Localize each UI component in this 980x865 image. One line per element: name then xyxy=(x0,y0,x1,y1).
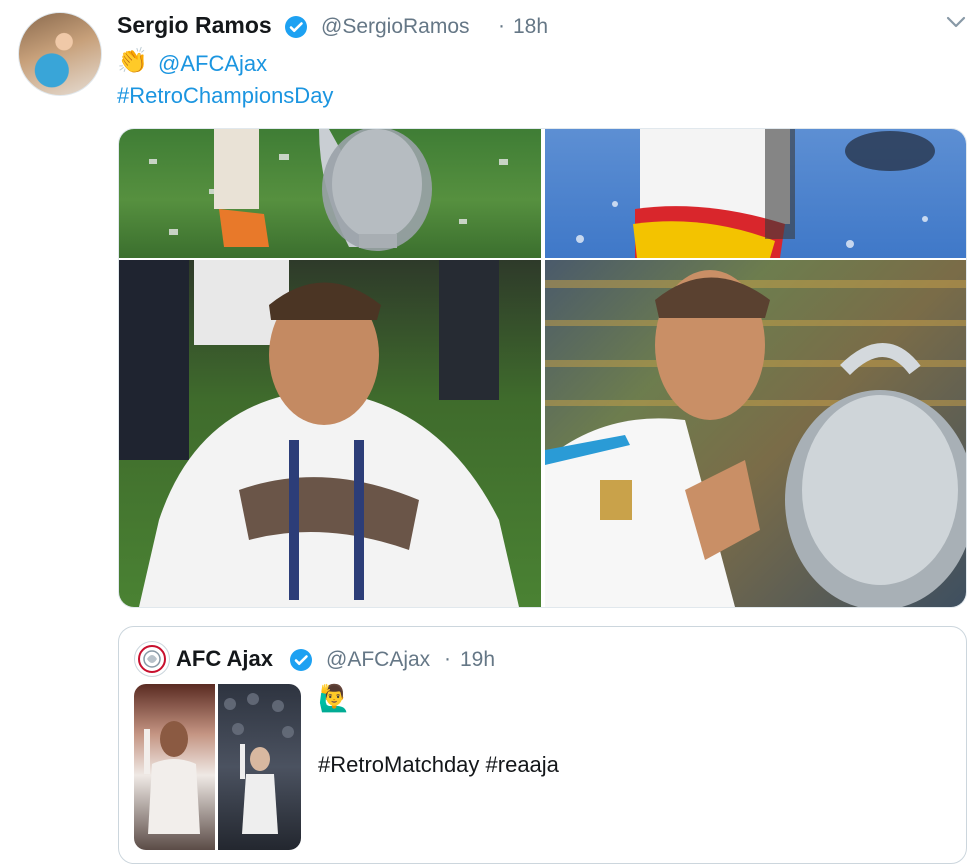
quoted-media[interactable] xyxy=(134,684,301,850)
quoted-photo-crowd-celebration[interactable] xyxy=(218,684,301,850)
chevron-down-icon[interactable] xyxy=(944,12,968,32)
time-separator: · xyxy=(498,14,505,37)
photo-player-with-trophy[interactable] xyxy=(545,260,966,607)
verified-badge-icon xyxy=(290,649,312,671)
photo-trophy-on-pitch[interactable] xyxy=(119,129,541,258)
hashtag-link[interactable]: #RetroChampionsDay xyxy=(117,83,333,109)
clapping-hands-emoji: 👏 xyxy=(117,47,149,75)
verified-badge-icon xyxy=(285,16,307,38)
quoted-photo-1-illustration xyxy=(144,721,200,834)
photo-4-illustration xyxy=(545,270,966,607)
ajax-logo-icon xyxy=(138,645,166,673)
media-grid xyxy=(118,128,967,608)
author-name[interactable]: Sergio Ramos xyxy=(117,12,272,39)
photo-flag-celebration[interactable] xyxy=(545,129,966,258)
quoted-photo-player-arm-raised[interactable] xyxy=(134,684,215,850)
quoted-author-name[interactable]: AFC Ajax xyxy=(176,646,273,672)
photo-player-pose[interactable] xyxy=(119,260,541,607)
photo-1-illustration xyxy=(149,129,508,251)
quoted-author-handle[interactable]: @AFCAjax xyxy=(326,648,430,672)
photo-2-illustration xyxy=(576,129,935,258)
photo-3-illustration xyxy=(119,260,519,607)
mention-link[interactable]: @AFCAjax xyxy=(158,51,267,77)
quoted-author-avatar[interactable] xyxy=(134,641,170,677)
author-handle[interactable]: @SergioRamos xyxy=(321,15,470,39)
quoted-hashtags[interactable]: #RetroMatchday #reaaja xyxy=(318,752,559,778)
person-raising-hand-emoji: 🙋‍♂️ xyxy=(318,683,351,713)
quoted-photo-2-illustration xyxy=(224,693,294,834)
author-avatar[interactable] xyxy=(18,12,102,96)
quoted-time-separator: · xyxy=(444,647,451,670)
tweet-timestamp[interactable]: 18h xyxy=(513,15,548,39)
quoted-tweet-timestamp[interactable]: 19h xyxy=(460,648,495,672)
